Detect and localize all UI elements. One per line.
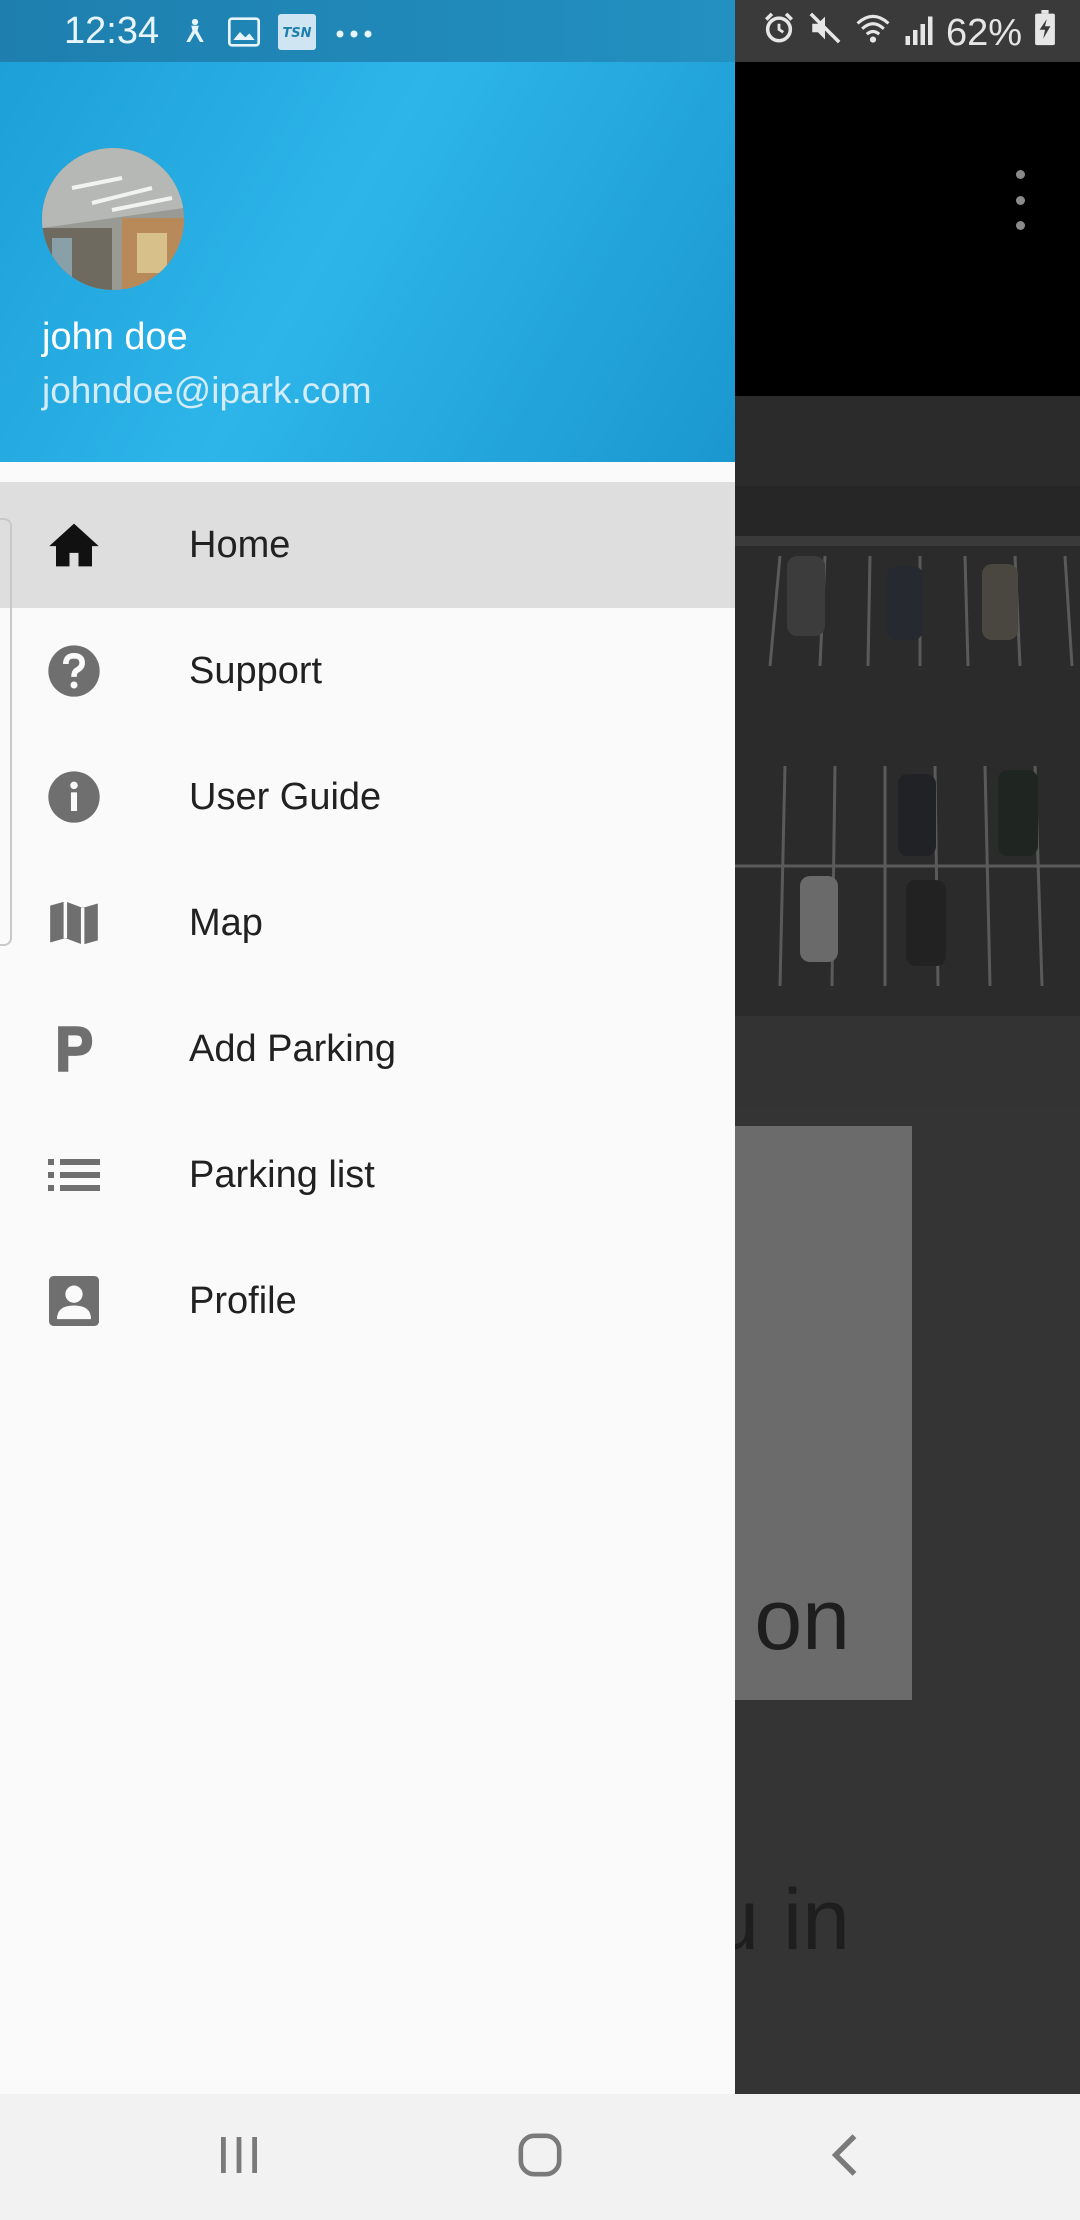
status-bar-left: 12:34 TSN bbox=[0, 0, 735, 62]
avatar[interactable] bbox=[42, 148, 184, 290]
drawer-item-label: Profile bbox=[189, 1279, 297, 1322]
status-time: 12:34 bbox=[64, 10, 160, 52]
drawer-item-add-parking[interactable]: Add Parking bbox=[0, 986, 735, 1112]
parking-icon bbox=[44, 1019, 104, 1079]
status-bar: 12:34 TSN 62% bbox=[0, 0, 1080, 62]
home-circle-icon bbox=[517, 2132, 563, 2183]
edge-panel-handle[interactable] bbox=[0, 518, 12, 946]
drawer-menu: Home Support User Guide Map Add Parking bbox=[0, 482, 735, 1364]
drawer-item-label: Map bbox=[189, 901, 263, 944]
battery-percent: 62% bbox=[945, 11, 1022, 54]
svg-text:TSN: TSN bbox=[282, 26, 311, 41]
gallery-icon bbox=[228, 17, 260, 52]
drawer-item-label: Add Parking bbox=[189, 1027, 397, 1070]
drawer-item-parking-list[interactable]: Parking list bbox=[0, 1112, 735, 1238]
system-nav-bar bbox=[0, 2094, 1080, 2220]
accessibility-icon bbox=[180, 17, 210, 52]
recent-apps-icon bbox=[217, 2135, 261, 2180]
more-notifications-icon bbox=[334, 26, 374, 44]
map-icon bbox=[44, 893, 104, 953]
recent-apps-button[interactable] bbox=[199, 2124, 279, 2190]
tsn-app-icon: TSN bbox=[278, 14, 316, 55]
wifi-icon bbox=[854, 11, 892, 55]
alarm-icon bbox=[762, 11, 796, 55]
navigation-drawer: john doe johndoe@ipark.com Home Support … bbox=[0, 62, 735, 2094]
back-icon bbox=[828, 2132, 860, 2183]
user-name: john doe bbox=[42, 316, 188, 358]
list-icon bbox=[44, 1145, 104, 1205]
drawer-item-label: Parking list bbox=[189, 1153, 375, 1196]
mute-icon bbox=[808, 11, 842, 55]
drawer-item-support[interactable]: Support bbox=[0, 608, 735, 734]
user-email: johndoe@ipark.com bbox=[42, 370, 372, 411]
overflow-menu-icon[interactable] bbox=[1000, 170, 1040, 230]
back-button[interactable] bbox=[804, 2124, 884, 2190]
home-icon bbox=[44, 515, 104, 575]
drawer-item-user-guide[interactable]: User Guide bbox=[0, 734, 735, 860]
drawer-header: john doe johndoe@ipark.com bbox=[0, 62, 735, 462]
drawer-item-label: Support bbox=[189, 649, 323, 692]
signal-icon bbox=[904, 12, 934, 55]
drawer-item-home[interactable]: Home bbox=[0, 482, 735, 608]
home-button[interactable] bbox=[500, 2124, 580, 2190]
drawer-item-map[interactable]: Map bbox=[0, 860, 735, 986]
drawer-item-profile[interactable]: Profile bbox=[0, 1238, 735, 1364]
drawer-item-label: User Guide bbox=[189, 775, 382, 818]
drawer-item-label: Home bbox=[189, 523, 291, 566]
info-icon bbox=[44, 767, 104, 827]
help-icon bbox=[44, 641, 104, 701]
battery-charging-icon bbox=[1034, 10, 1056, 56]
profile-icon bbox=[44, 1271, 104, 1331]
